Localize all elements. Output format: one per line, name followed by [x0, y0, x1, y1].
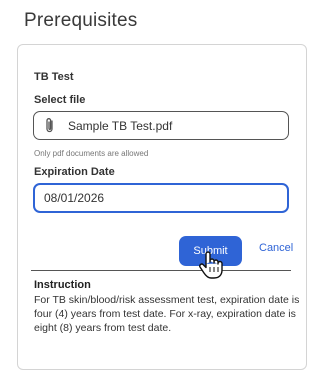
section-title: TB Test	[34, 71, 74, 83]
page-title: Prerequisites	[24, 10, 138, 31]
file-picker[interactable]: Sample TB Test.pdf	[33, 111, 289, 140]
divider	[31, 270, 291, 271]
expiration-date-input[interactable]	[33, 183, 289, 213]
file-hint: Only pdf documents are allowed	[34, 149, 149, 158]
cancel-button[interactable]: Cancel	[259, 242, 293, 254]
instruction-title: Instruction	[34, 279, 91, 291]
paperclip-icon	[45, 117, 59, 135]
file-name: Sample TB Test.pdf	[68, 118, 173, 133]
tb-test-panel: TB Test Select file Sample TB Test.pdf O…	[17, 44, 307, 370]
expiration-date-label: Expiration Date	[34, 166, 115, 178]
instruction-text: For TB skin/blood/risk assessment test, …	[34, 294, 300, 334]
select-file-label: Select file	[34, 94, 86, 106]
hand-pointer-icon	[198, 250, 224, 280]
